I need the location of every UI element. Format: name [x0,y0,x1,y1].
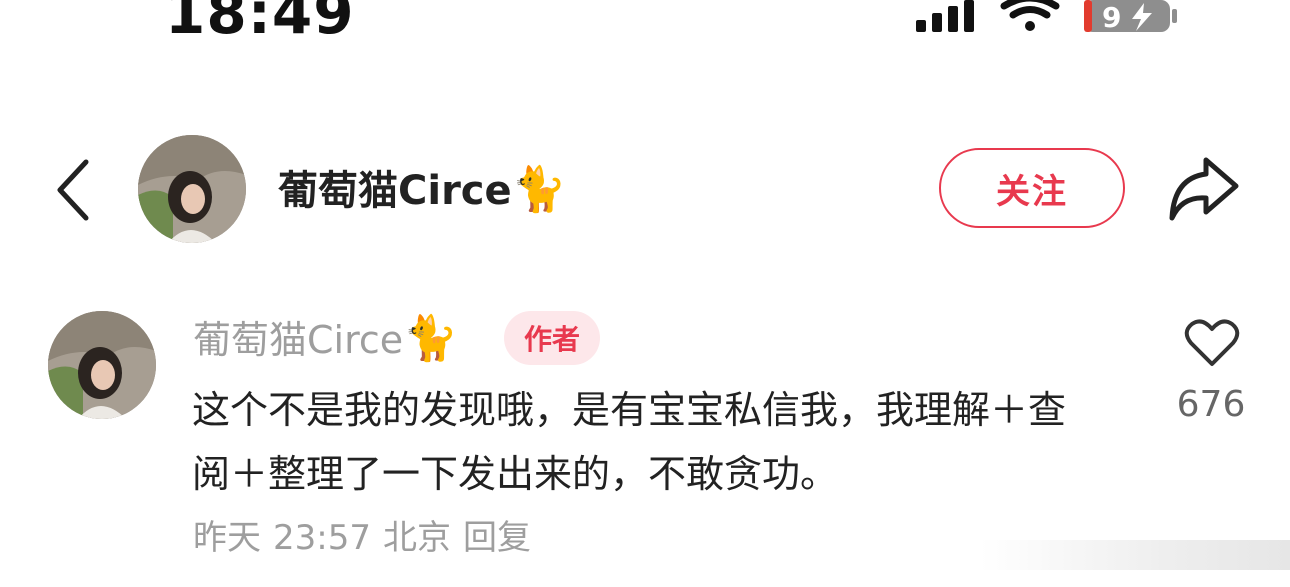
wifi-icon [1000,0,1060,31]
like-button[interactable] [1184,318,1240,368]
bottom-fade [980,540,1290,570]
signal-icon [916,0,974,32]
comment-time: 23:57 [273,518,371,558]
comment-author-name[interactable]: 葡萄猫Circe🐈 [193,314,458,365]
reply-button[interactable]: 回复 [463,518,531,558]
battery-level: 9 [1102,1,1121,34]
follow-button[interactable]: 关注 [939,148,1125,228]
like-count: 676 [1176,384,1246,425]
comment-date: 昨天 [193,518,261,558]
back-button[interactable] [52,158,96,222]
header-author-name[interactable]: 葡萄猫Circe🐈 [278,164,566,217]
status-icons: 9 [912,0,1182,36]
cat-emoji-icon: 🐈 [511,164,567,215]
comment-text: 这个不是我的发现哦，是有宝宝私信我，我理解＋查阅＋整理了一下发出来的，不敢贪功。 [192,388,1067,496]
share-button[interactable] [1166,156,1240,222]
back-chevron-icon [57,159,89,221]
cat-emoji-icon: 🐈 [403,313,458,364]
comment-location: 北京 [382,518,451,558]
header-author-name-text: 葡萄猫Circe [278,168,512,214]
battery-icon: 9 [1084,0,1177,34]
status-time: 18:49 [165,0,355,47]
share-icon [1169,157,1239,221]
comment-author-name-text: 葡萄猫Circe [193,318,404,362]
author-badge: 作者 [504,311,600,365]
comment-meta: 昨天 23:57 北京 回复 [193,514,543,562]
author-avatar[interactable] [138,135,246,243]
commenter-avatar[interactable] [48,311,156,419]
heart-icon [1184,319,1240,366]
